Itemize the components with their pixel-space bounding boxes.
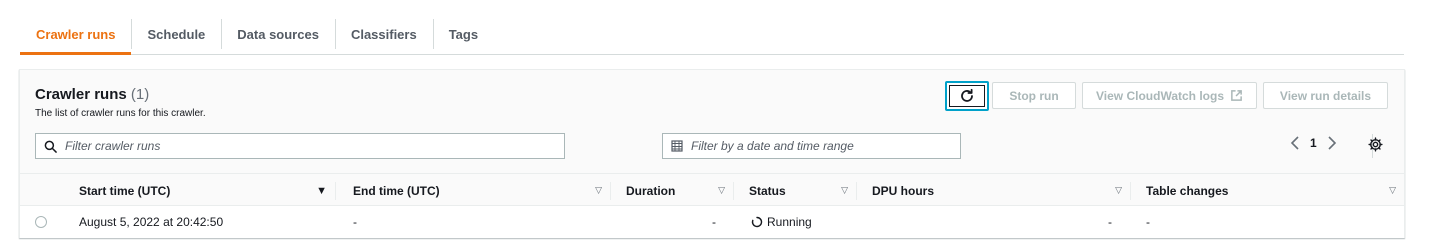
view-run-details-label: View run details — [1279, 88, 1372, 103]
refresh-icon — [961, 88, 973, 102]
tab-data-sources[interactable]: Data sources — [221, 14, 335, 54]
tab-tags[interactable]: Tags — [432, 14, 494, 54]
crawler-runs-panel: Crawler runs (1) The list of crawler run… — [19, 69, 1405, 238]
column-dpu-hours-label: DPU hours — [872, 183, 935, 198]
cell-dpu-hours: - — [1108, 215, 1112, 229]
sort-icon[interactable]: ▽ — [718, 185, 725, 196]
sort-icon[interactable]: ▽ — [595, 185, 602, 196]
sort-descending-icon[interactable]: ▼ — [316, 185, 327, 197]
tab-bar: Crawler runs Schedule Data sources Class… — [20, 14, 1404, 55]
column-end-time[interactable]: End time (UTC) ▽ — [335, 174, 610, 207]
table-header: Start time (UTC) ▼ End time (UTC) ▽ Dura… — [20, 173, 1404, 206]
table-row[interactable]: August 5, 2022 at 20:42:50 - - Running -… — [20, 206, 1404, 238]
sort-icon[interactable]: ▽ — [1389, 185, 1396, 196]
view-run-details-button[interactable]: View run details — [1263, 82, 1388, 109]
loading-spinner-icon — [751, 216, 763, 228]
run-count: (1) — [130, 86, 150, 103]
chevron-right-icon[interactable] — [1327, 136, 1337, 150]
chevron-left-icon[interactable] — [1290, 136, 1300, 150]
gear-icon — [1368, 137, 1383, 152]
column-dpu-hours[interactable]: DPU hours ▽ — [856, 174, 1130, 207]
sort-icon[interactable]: ▽ — [841, 185, 848, 196]
tab-classifiers[interactable]: Classifiers — [334, 14, 433, 54]
calendar-icon — [671, 140, 683, 152]
search-input[interactable]: Filter crawler runs — [35, 133, 565, 159]
sort-icon[interactable]: ▽ — [1115, 185, 1122, 196]
view-cloudwatch-logs-label: View CloudWatch logs — [1095, 88, 1224, 103]
search-icon — [44, 140, 57, 153]
settings-button[interactable] — [1368, 137, 1383, 155]
tab-schedule[interactable]: Schedule — [131, 14, 221, 54]
date-range-placeholder: Filter by a date and time range — [691, 139, 854, 153]
cell-duration: - — [712, 215, 716, 229]
cell-end-time: - — [353, 215, 357, 229]
refresh-button[interactable] — [945, 81, 989, 111]
view-cloudwatch-logs-button[interactable]: View CloudWatch logs — [1082, 82, 1257, 109]
status-text: Running — [767, 215, 812, 229]
external-link-icon — [1231, 90, 1242, 101]
date-range-filter[interactable]: Filter by a date and time range — [662, 133, 961, 159]
column-table-changes-label: Table changes — [1146, 183, 1229, 198]
pagination: 1 — [1290, 134, 1373, 158]
cell-status: Running — [751, 206, 812, 238]
panel-title: Crawler runs (1) — [35, 86, 149, 103]
stop-run-label: Stop run — [1009, 88, 1059, 103]
current-page-number[interactable]: 1 — [1310, 136, 1317, 150]
column-table-changes[interactable]: Table changes ▽ — [1130, 174, 1404, 207]
column-start-time-label: Start time (UTC) — [79, 183, 171, 198]
column-end-time-label: End time (UTC) — [353, 183, 440, 198]
stop-run-button[interactable]: Stop run — [992, 82, 1076, 109]
column-status-label: Status — [749, 183, 786, 198]
column-start-time[interactable]: Start time (UTC) ▼ — [64, 174, 335, 207]
panel-description: The list of crawler runs for this crawle… — [35, 108, 206, 119]
cell-start-time: August 5, 2022 at 20:42:50 — [79, 215, 224, 229]
cell-table-changes: - — [1146, 215, 1150, 229]
search-placeholder: Filter crawler runs — [65, 139, 161, 153]
tab-crawler-runs[interactable]: Crawler runs — [20, 14, 132, 55]
row-select-radio[interactable] — [35, 216, 47, 228]
panel-title-text: Crawler runs — [35, 86, 127, 103]
column-duration[interactable]: Duration ▽ — [610, 174, 733, 207]
column-status[interactable]: Status ▽ — [733, 174, 856, 207]
column-duration-label: Duration — [626, 183, 676, 198]
